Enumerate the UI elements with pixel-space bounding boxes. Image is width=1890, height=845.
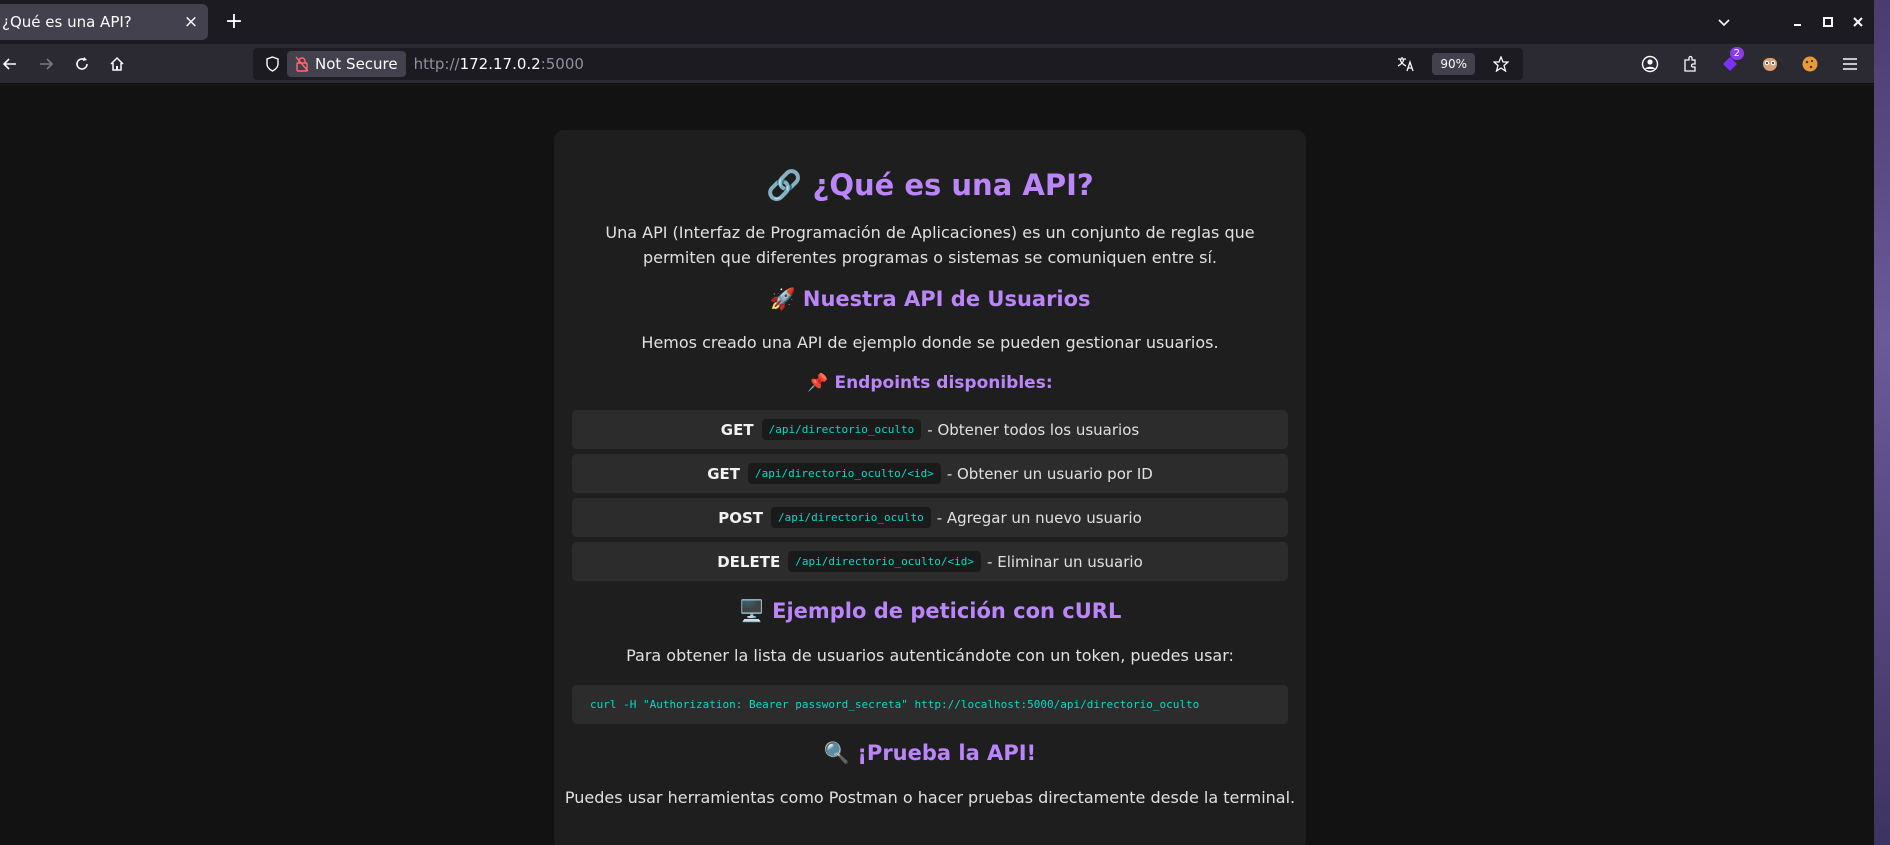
url-host: 172.17.0.2: [459, 55, 541, 73]
home-icon[interactable]: [103, 50, 131, 78]
minimize-icon[interactable]: [1784, 8, 1812, 36]
tracking-protection-icon[interactable]: [257, 56, 287, 72]
tab-active[interactable]: ¿Qué es una API? ×: [0, 4, 208, 40]
close-window-icon[interactable]: [1844, 8, 1872, 36]
endpoint-path: /api/directorio_oculto: [761, 419, 922, 440]
endpoint-path: /api/directorio_oculto/<id>: [788, 551, 982, 572]
endpoint-path: /api/directorio_oculto: [771, 507, 931, 528]
section-users-api-title: 🚀 Nuestra API de Usuarios: [769, 287, 1091, 311]
desktop-edge: [1874, 0, 1890, 845]
endpoints-title: 📌 Endpoints disponibles:: [807, 373, 1053, 393]
zoom-level-button[interactable]: 90%: [1432, 53, 1475, 75]
endpoint-path: /api/directorio_oculto/<id>: [748, 463, 941, 484]
extension-cookie-icon[interactable]: [1794, 50, 1826, 78]
endpoint-item: POST /api/directorio_oculto - Agregar un…: [572, 498, 1288, 537]
endpoint-method: DELETE: [717, 552, 781, 571]
section-try-text: Puedes usar herramientas como Postman o …: [564, 788, 1296, 807]
curl-code-block: curl -H "Authorization: Bearer password_…: [572, 685, 1288, 724]
extensions-icon[interactable]: [1674, 50, 1706, 78]
endpoint-desc: - Obtener todos los usuarios: [927, 420, 1140, 439]
section-users-api-text: Hemos creado una API de ejemplo donde se…: [641, 333, 1219, 352]
not-secure-indicator[interactable]: Not Secure: [287, 51, 406, 77]
intro-text: Una API (Interfaz de Programación de Apl…: [605, 223, 1255, 267]
tab-close-icon[interactable]: ×: [178, 12, 204, 32]
tab-title: ¿Qué es una API?: [2, 13, 132, 31]
page-viewport: 🔗 ¿Qué es una API? Una API (Interfaz de …: [0, 85, 1874, 845]
url-text[interactable]: http://172.17.0.2:5000: [414, 55, 584, 73]
endpoint-desc: - Agregar un nuevo usuario: [936, 508, 1142, 527]
endpoint-desc: - Obtener un usuario por ID: [946, 464, 1153, 483]
url-scheme: http://: [413, 55, 460, 73]
endpoint-method: GET: [707, 464, 740, 483]
endpoint-method: POST: [718, 508, 763, 527]
navigation-toolbar: Not Secure http://172.17.0.2:5000 90% 2: [0, 44, 1874, 84]
reload-icon[interactable]: [68, 50, 96, 78]
endpoint-method: GET: [720, 420, 754, 439]
page-title: 🔗 ¿Qué es una API?: [766, 168, 1094, 202]
translate-icon[interactable]: [1390, 50, 1422, 78]
list-all-tabs-icon[interactable]: [1710, 8, 1738, 36]
extension-face-icon[interactable]: [1754, 50, 1786, 78]
forward-icon[interactable]: [32, 50, 60, 78]
extension-badge: 2: [1729, 47, 1744, 60]
broken-lock-icon: [295, 56, 309, 72]
new-tab-button[interactable]: +: [220, 8, 248, 36]
app-menu-icon[interactable]: [1834, 50, 1866, 78]
maximize-icon[interactable]: [1814, 8, 1842, 36]
section-curl-title: 🖥️ Ejemplo de petición con cURL: [738, 599, 1122, 623]
endpoint-item: GET /api/directorio_oculto - Obtener tod…: [572, 410, 1288, 449]
section-curl-text: Para obtener la lista de usuarios autent…: [626, 646, 1234, 665]
endpoint-desc: - Eliminar un usuario: [987, 552, 1143, 571]
endpoint-item: DELETE /api/directorio_oculto/<id> - Eli…: [572, 542, 1288, 581]
endpoint-item: GET /api/directorio_oculto/<id> - Obtene…: [572, 454, 1288, 493]
extension-purple-icon[interactable]: 2: [1714, 47, 1746, 78]
not-secure-label: Not Secure: [315, 55, 398, 73]
section-try-title: 🔍 ¡Prueba la API!: [823, 741, 1037, 765]
bookmark-star-icon[interactable]: [1485, 50, 1517, 78]
content-card: 🔗 ¿Qué es una API? Una API (Interfaz de …: [554, 130, 1306, 845]
tab-strip: ¿Qué es una API? × +: [0, 0, 1874, 44]
back-icon[interactable]: [0, 50, 24, 78]
address-bar[interactable]: Not Secure http://172.17.0.2:5000 90%: [253, 48, 1523, 80]
url-port: :5000: [540, 55, 584, 73]
account-icon[interactable]: [1634, 50, 1666, 78]
